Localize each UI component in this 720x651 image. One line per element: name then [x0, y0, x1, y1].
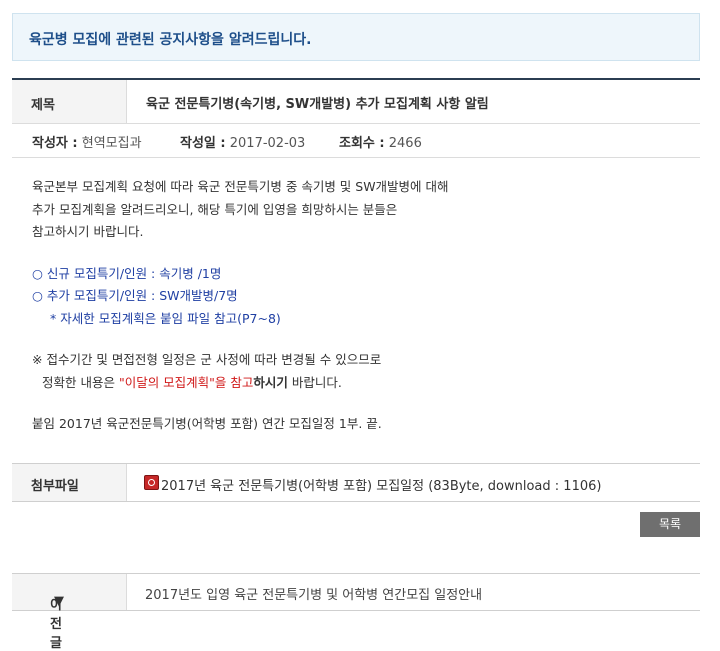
list-button[interactable]: 목록: [640, 512, 700, 537]
title-header-cell: 제목: [12, 80, 127, 123]
recruit-item-new: ○ 신규 모집특기/인원 : 속기병 /1명: [32, 265, 222, 281]
meta-row: 작성자 : 현역모집과 작성일 : 2017-02-03 조회수 : 2466: [12, 124, 700, 158]
attachment-note: 붙임 2017년 육군전문특기병(어학병 포함) 연간 모집일정 1부. 끝.: [32, 416, 382, 431]
body-line: 추가 모집계획을 알려드리오니, 해당 특기에 입영을 희망하시는 분들은: [32, 201, 398, 217]
recruit-item-additional: ○ 추가 모집특기/인원 : SW개발병/7명: [32, 288, 238, 303]
post-title: 육군 전문특기병(속기병, SW개발병) 추가 모집계획 사항 알림: [146, 97, 489, 112]
notice-banner: 육군병 모집에 관련된 공지사항을 알려드립니다.: [12, 13, 700, 61]
author-meta: 작성자 : 현역모집과: [32, 132, 142, 151]
body-line: 참고하시기 바랍니다.: [32, 224, 144, 239]
attachment-row: 첨부파일 2017년 육군 전문특기병(어학병 포함) 모집일정 (83Byte…: [12, 463, 700, 502]
prev-header-cell: 이전글 ▼: [12, 574, 127, 651]
post-body: 육군본부 모집계획 요청에 따라 육군 전문특기병 중 속기병 및 SW개발병에…: [32, 176, 449, 436]
down-arrow-icon: ▼: [54, 594, 64, 609]
title-label: 제목: [31, 98, 55, 113]
pdf-file-icon: [144, 475, 159, 490]
recruit-item-note: * 자세한 모집계획은 붙임 파일 참고(P7~8): [50, 310, 281, 326]
title-row: 제목 육군 전문특기병(속기병, SW개발병) 추가 모집계획 사항 알림: [12, 80, 700, 124]
note-text-bold: 하시기: [253, 374, 288, 390]
author-label: 작성자 :: [32, 136, 78, 151]
prev-post-row: 이전글 ▼ 2017년도 입영 육군 전문특기병 및 어학병 연간모집 일정안내: [12, 573, 700, 651]
notice-note-line2: 정확한 내용은 "이달의 모집계획"을 참고하시기 바랍니다.: [32, 372, 449, 395]
views-label: 조회수 :: [339, 136, 385, 151]
date-value: 2017-02-03: [229, 136, 306, 151]
attachment-label: 첨부파일: [31, 479, 79, 494]
author-value: 현역모집과: [81, 136, 142, 151]
views-meta: 조회수 : 2466: [339, 132, 422, 151]
attachment-header-cell: 첨부파일: [12, 464, 127, 501]
note-text-d: 바랍니다.: [287, 374, 342, 390]
date-meta: 작성일 : 2017-02-03: [180, 132, 305, 151]
notice-note-line1: ※ 접수기간 및 면접전형 일정은 군 사정에 따라 변경될 수 있으므로: [32, 352, 382, 367]
note-text-a: 정확한 내용은: [42, 374, 119, 390]
monthly-plan-link-text: "이달의 모집계획"을 참고: [118, 374, 254, 390]
views-value: 2466: [388, 136, 422, 151]
attachment-link[interactable]: 2017년 육군 전문특기병(어학병 포함) 모집일정 (83Byte, dow…: [161, 475, 601, 494]
body-line: 육군본부 모집계획 요청에 따라 육군 전문특기병 중 속기병 및 SW개발병에…: [32, 179, 449, 194]
notice-text: 육군병 모집에 관련된 공지사항을 알려드립니다.: [29, 32, 312, 48]
date-label: 작성일 :: [180, 136, 226, 151]
prev-post-link[interactable]: 2017년도 입영 육군 전문특기병 및 어학병 연간모집 일정안내: [145, 584, 482, 603]
